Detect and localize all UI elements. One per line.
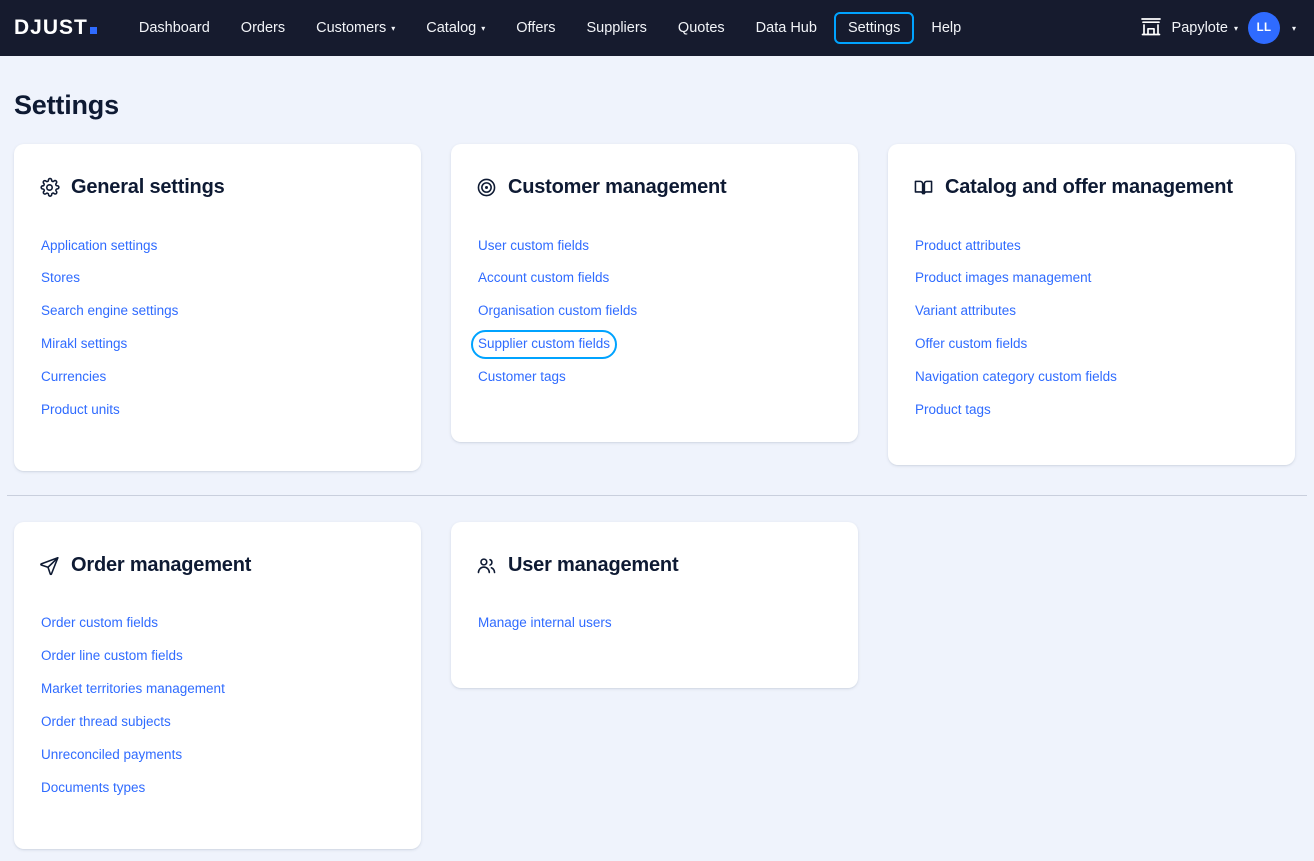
book-icon xyxy=(913,177,934,198)
storefront-icon xyxy=(1139,14,1163,43)
settings-link-market-territories-management[interactable]: Market territories management xyxy=(34,675,232,704)
settings-link-mirakl-settings[interactable]: Mirakl settings xyxy=(34,330,134,359)
chevron-down-icon: ▾ xyxy=(391,25,395,33)
page-title: Settings xyxy=(14,90,1314,121)
nav-link-quotes[interactable]: Quotes xyxy=(664,12,739,44)
users-icon xyxy=(476,555,497,576)
settings-link-account-custom-fields[interactable]: Account custom fields xyxy=(471,264,616,293)
card-order-management-title-text: Order management xyxy=(71,552,251,579)
logo-dot xyxy=(90,27,97,34)
nav-link-label: Suppliers xyxy=(586,20,646,36)
card-order-management-title: Order management xyxy=(39,552,396,579)
settings-link-product-attributes[interactable]: Product attributes xyxy=(908,232,1028,261)
settings-link-product-units[interactable]: Product units xyxy=(34,396,127,425)
nav-link-label: Offers xyxy=(516,20,555,36)
nav-link-customers[interactable]: Customers ▾ xyxy=(302,12,409,44)
paper-plane-icon xyxy=(39,555,60,576)
nav-link-offers[interactable]: Offers xyxy=(502,12,569,44)
nav-link-label: Customers xyxy=(316,20,386,36)
card-user-management-title: User management xyxy=(476,552,833,579)
settings-link-user-custom-fields[interactable]: User custom fields xyxy=(471,232,596,261)
card-customer-management-title-text: Customer management xyxy=(508,174,726,201)
chevron-down-icon: ▾ xyxy=(1234,25,1238,33)
nav-link-data-hub[interactable]: Data Hub xyxy=(742,12,831,44)
settings-link-order-thread-subjects[interactable]: Order thread subjects xyxy=(34,708,178,737)
nav-link-settings[interactable]: Settings xyxy=(834,12,914,44)
nav-link-label: Data Hub xyxy=(756,20,817,36)
card-customer-management: Customer management User custom fieldsAc… xyxy=(451,144,858,442)
store-name-label: Papylote xyxy=(1172,20,1228,36)
nav-link-catalog[interactable]: Catalog ▾ xyxy=(412,12,499,44)
settings-link-stores[interactable]: Stores xyxy=(34,264,87,293)
nav-link-label: Catalog xyxy=(426,20,476,36)
nav-link-orders[interactable]: Orders xyxy=(227,12,299,44)
card-catalog-and-offer-management-title: Catalog and offer management xyxy=(913,174,1270,201)
nav-link-help[interactable]: Help xyxy=(917,12,975,44)
card-catalog-and-offer-management-title-text: Catalog and offer management xyxy=(945,174,1233,201)
nav-link-label: Dashboard xyxy=(139,20,210,36)
top-navbar: DJUST Dashboard Orders Customers ▾ Catalog ▾ O… xyxy=(0,0,1314,56)
settings-link-product-images-management[interactable]: Product images management xyxy=(908,264,1098,293)
settings-grid-top: General settings Application settingsSto… xyxy=(0,144,1314,471)
settings-link-unreconciled-payments[interactable]: Unreconciled payments xyxy=(34,741,189,770)
settings-link-offer-custom-fields[interactable]: Offer custom fields xyxy=(908,330,1034,359)
settings-link-organisation-custom-fields[interactable]: Organisation custom fields xyxy=(471,297,644,326)
settings-link-documents-types[interactable]: Documents types xyxy=(34,774,152,803)
djust-logo[interactable]: DJUST xyxy=(14,16,97,40)
target-icon xyxy=(476,177,497,198)
card-general-settings-links: Application settingsStoresSearch engine … xyxy=(39,230,396,427)
nav-link-label: Settings xyxy=(848,20,900,36)
chevron-down-icon: ▾ xyxy=(481,25,485,33)
settings-link-currencies[interactable]: Currencies xyxy=(34,363,113,392)
main-navigation: Dashboard Orders Customers ▾ Catalog ▾ Offers S… xyxy=(125,12,975,44)
settings-link-supplier-custom-fields[interactable]: Supplier custom fields xyxy=(471,330,617,359)
settings-link-order-line-custom-fields[interactable]: Order line custom fields xyxy=(34,642,190,671)
account-chevron-down-icon[interactable]: ▾ xyxy=(1290,20,1298,37)
card-user-management-links: Manage internal users xyxy=(476,607,833,640)
settings-link-variant-attributes[interactable]: Variant attributes xyxy=(908,297,1023,326)
gear-icon xyxy=(39,177,60,198)
settings-link-search-engine-settings[interactable]: Search engine settings xyxy=(34,297,185,326)
settings-link-order-custom-fields[interactable]: Order custom fields xyxy=(34,609,165,638)
card-catalog-and-offer-management-links: Product attributesProduct images managem… xyxy=(913,230,1270,427)
avatar[interactable]: LL xyxy=(1248,12,1280,44)
card-user-management-title-text: User management xyxy=(508,552,678,579)
navbar-right-section: Papylote ▾ LL ▾ xyxy=(1139,12,1302,44)
nav-link-label: Quotes xyxy=(678,20,725,36)
card-order-management-links: Order custom fieldsOrder line custom fie… xyxy=(39,607,396,804)
nav-link-dashboard[interactable]: Dashboard xyxy=(125,12,224,44)
settings-link-application-settings[interactable]: Application settings xyxy=(34,232,164,261)
settings-link-product-tags[interactable]: Product tags xyxy=(908,396,998,425)
card-customer-management-title: Customer management xyxy=(476,174,833,201)
store-switcher[interactable]: Papylote ▾ xyxy=(1139,14,1238,43)
nav-link-label: Help xyxy=(931,20,961,36)
settings-link-manage-internal-users[interactable]: Manage internal users xyxy=(471,609,619,638)
card-general-settings: General settings Application settingsSto… xyxy=(14,144,421,471)
settings-link-customer-tags[interactable]: Customer tags xyxy=(471,363,573,392)
section-divider xyxy=(7,495,1307,496)
card-user-management: User management Manage internal users xyxy=(451,522,858,688)
settings-grid-bottom: Order management Order custom fieldsOrde… xyxy=(0,522,1314,849)
settings-link-navigation-category-custom-fields[interactable]: Navigation category custom fields xyxy=(908,363,1124,392)
store-name: Papylote ▾ xyxy=(1172,20,1238,36)
card-customer-management-links: User custom fieldsAccount custom fieldsO… xyxy=(476,230,833,394)
card-general-settings-title: General settings xyxy=(39,174,396,201)
card-order-management: Order management Order custom fieldsOrde… xyxy=(14,522,421,849)
card-general-settings-title-text: General settings xyxy=(71,174,225,201)
card-catalog-and-offer-management: Catalog and offer management Product att… xyxy=(888,144,1295,465)
nav-link-suppliers[interactable]: Suppliers xyxy=(572,12,660,44)
nav-link-label: Orders xyxy=(241,20,285,36)
logo-text: DJUST xyxy=(14,16,88,40)
